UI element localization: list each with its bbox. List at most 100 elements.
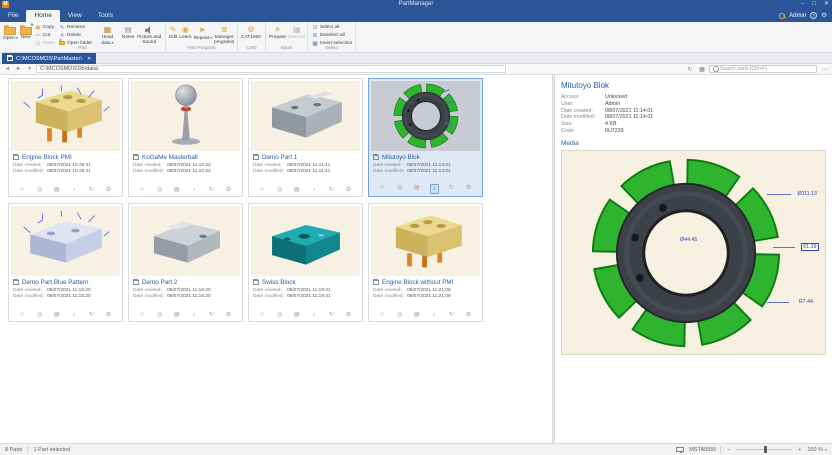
back-button[interactable]: ◄ [3, 66, 12, 72]
part-thumbnail[interactable] [251, 206, 360, 276]
part-card-swiss-block[interactable]: Swiss Block Date created: 08/07/2021 11:1… [248, 203, 363, 322]
program-list-icon[interactable]: ▤ [172, 311, 181, 319]
flag-icon[interactable]: ⚐ [258, 186, 267, 194]
media-icon[interactable]: ♪ [430, 311, 439, 319]
preview-icon[interactable]: ◎ [155, 186, 164, 194]
preview-icon[interactable]: ◎ [275, 186, 284, 194]
zoom-in-button[interactable]: + [796, 447, 803, 453]
head-data-button[interactable]: ▦ Head data▾ [94, 23, 121, 47]
share-icon[interactable]: ↻ [87, 186, 96, 194]
search-input[interactable] [720, 66, 813, 72]
media-section-label[interactable]: Media [561, 140, 826, 149]
flag-icon[interactable]: ⚐ [138, 311, 147, 319]
part-card-demo-part-1[interactable]: Demo Part 1 Date created: 08/07/2021 11:1… [248, 78, 363, 197]
part-name[interactable]: Swiss Block [262, 279, 296, 286]
media-icon[interactable]: ♪ [310, 186, 319, 194]
rename-button[interactable]: ✎ Rename [59, 24, 92, 31]
program-list-icon[interactable]: ▤ [172, 186, 181, 194]
close-tab-icon[interactable]: ✕ [87, 56, 91, 62]
media-icon[interactable]: ♪ [70, 311, 79, 319]
part-card-demo-part-2[interactable]: Demo Part 2 Date created: 08/07/2021 11:1… [128, 203, 243, 322]
zoom-slider-thumb[interactable] [764, 446, 767, 453]
part-card-demo-part-blue-pattern[interactable]: Demo Part Blue Pattern Date created: 08/0… [8, 203, 123, 322]
flag-icon[interactable]: ⚐ [258, 311, 267, 319]
manager-programs-button[interactable]: ≣ Manager programs [213, 23, 235, 46]
edit-button[interactable]: ✎ Edit [168, 23, 178, 41]
repeat-button[interactable]: ► Repeat▾ [193, 23, 213, 42]
search-box[interactable] [709, 64, 817, 74]
program-list-icon[interactable]: ▤ [292, 186, 301, 194]
settings-icon[interactable]: ⚙ [104, 186, 113, 194]
program-list-icon[interactable]: ▤ [292, 311, 301, 319]
part-card-mitutoyo-blok-selected[interactable]: Mitutoyo Blok Date created: 08/07/2021 11… [368, 78, 483, 197]
settings-icon[interactable]: ⚙ [224, 186, 233, 194]
preview-icon[interactable]: ◎ [155, 311, 164, 319]
delete-button[interactable]: ✕ Delete [59, 32, 92, 39]
zoom-out-button[interactable]: – [725, 447, 732, 453]
flag-icon[interactable]: ⚐ [378, 311, 387, 319]
maximize-button[interactable]: □ [812, 0, 816, 9]
flag-icon[interactable]: ⚐ [18, 186, 27, 194]
part-thumbnail[interactable] [371, 206, 480, 276]
select-all-button[interactable]: ☑ Select all [312, 24, 352, 31]
cut-button[interactable]: ✂ Cut [35, 32, 55, 39]
new-button[interactable]: + New [19, 23, 34, 41]
part-thumbnail[interactable] [11, 206, 120, 276]
share-icon[interactable]: ↻ [447, 184, 456, 194]
part-thumbnail[interactable] [371, 81, 480, 151]
flag-icon[interactable]: ⚐ [378, 184, 387, 194]
zoom-level[interactable]: 100 % ▾ [807, 447, 827, 453]
execute-button[interactable]: ▦ Execute [287, 23, 306, 41]
media-icon[interactable]: ♪ [429, 184, 439, 194]
help-button[interactable]: ? [810, 12, 818, 19]
media-preview[interactable]: Ø111.13 61.19 R7.44 Ø44.45 [561, 150, 826, 355]
open-button[interactable]: Open▾ [2, 23, 19, 42]
settings-icon[interactable]: ⚙ [464, 184, 473, 194]
program-list-icon[interactable]: ▤ [412, 311, 421, 319]
tab-file[interactable]: File [0, 10, 26, 22]
tab-view[interactable]: View [60, 10, 90, 22]
part-name[interactable]: Mitutoyo Blok [382, 154, 420, 161]
zoom-slider[interactable] [736, 446, 793, 453]
program-list-icon[interactable]: ▤ [52, 311, 61, 319]
media-icon[interactable]: ♪ [70, 186, 79, 194]
part-card-engine-block-without-pmi[interactable]: Engine Block without PMI Date created: 08… [368, 203, 483, 322]
copy-button[interactable]: ▣ Copy [35, 24, 55, 31]
part-name[interactable]: Demo Part Blue Pattern [22, 279, 89, 286]
learn-button[interactable]: ◉ Learn [178, 23, 192, 41]
part-name[interactable]: KoGaMe Masterball [142, 154, 198, 161]
tab-home[interactable]: Home [26, 10, 60, 22]
media-icon[interactable]: ♪ [190, 311, 199, 319]
media-icon[interactable]: ♪ [310, 311, 319, 319]
notes-button[interactable]: ▤ Notes [121, 23, 136, 41]
part-card-kogame-masterball[interactable]: KoGaMe Masterball Date created: 08/07/202… [128, 78, 243, 197]
tab-tools[interactable]: Tools [90, 10, 121, 22]
settings-icon[interactable]: ⚙ [224, 311, 233, 319]
view-mode-button[interactable]: ▦ [697, 65, 707, 74]
settings-icon[interactable]: ⚙ [344, 186, 353, 194]
preview-icon[interactable]: ◎ [275, 311, 284, 319]
forward-button[interactable]: ► [14, 66, 23, 72]
share-icon[interactable]: ↻ [327, 186, 336, 194]
part-thumbnail[interactable] [131, 81, 240, 151]
flag-icon[interactable]: ⚐ [138, 186, 147, 194]
preview-icon[interactable]: ◎ [395, 311, 404, 319]
settings-gear-button[interactable]: ⚙ [821, 9, 827, 22]
part-name[interactable]: Demo Part 2 [142, 279, 177, 286]
part-thumbnail[interactable] [131, 206, 240, 276]
deselect-all-button[interactable]: ☒ Deselect all [312, 32, 352, 39]
history-dropdown-icon[interactable]: ▾ [25, 66, 34, 72]
current-user[interactable]: Admin [789, 13, 806, 19]
share-icon[interactable]: ↻ [87, 311, 96, 319]
document-tab[interactable]: C:\MCOSMOS\PartMaster\ ✕ [2, 53, 97, 64]
address-path[interactable]: C:\MCOSMOS\Db\data\ [36, 65, 506, 73]
settings-icon[interactable]: ⚙ [344, 311, 353, 319]
refresh-button[interactable]: ↻ [685, 65, 695, 74]
picture-sound-button[interactable]: Picture and Sound [135, 23, 163, 46]
minimize-button[interactable]: – [801, 0, 804, 9]
flag-icon[interactable]: ⚐ [18, 311, 27, 319]
share-icon[interactable]: ↻ [327, 311, 336, 319]
part-name[interactable]: Engine Block without PMI [382, 279, 453, 286]
preview-icon[interactable]: ◎ [35, 186, 44, 194]
part-name[interactable]: Engine Block PMI [22, 154, 72, 161]
